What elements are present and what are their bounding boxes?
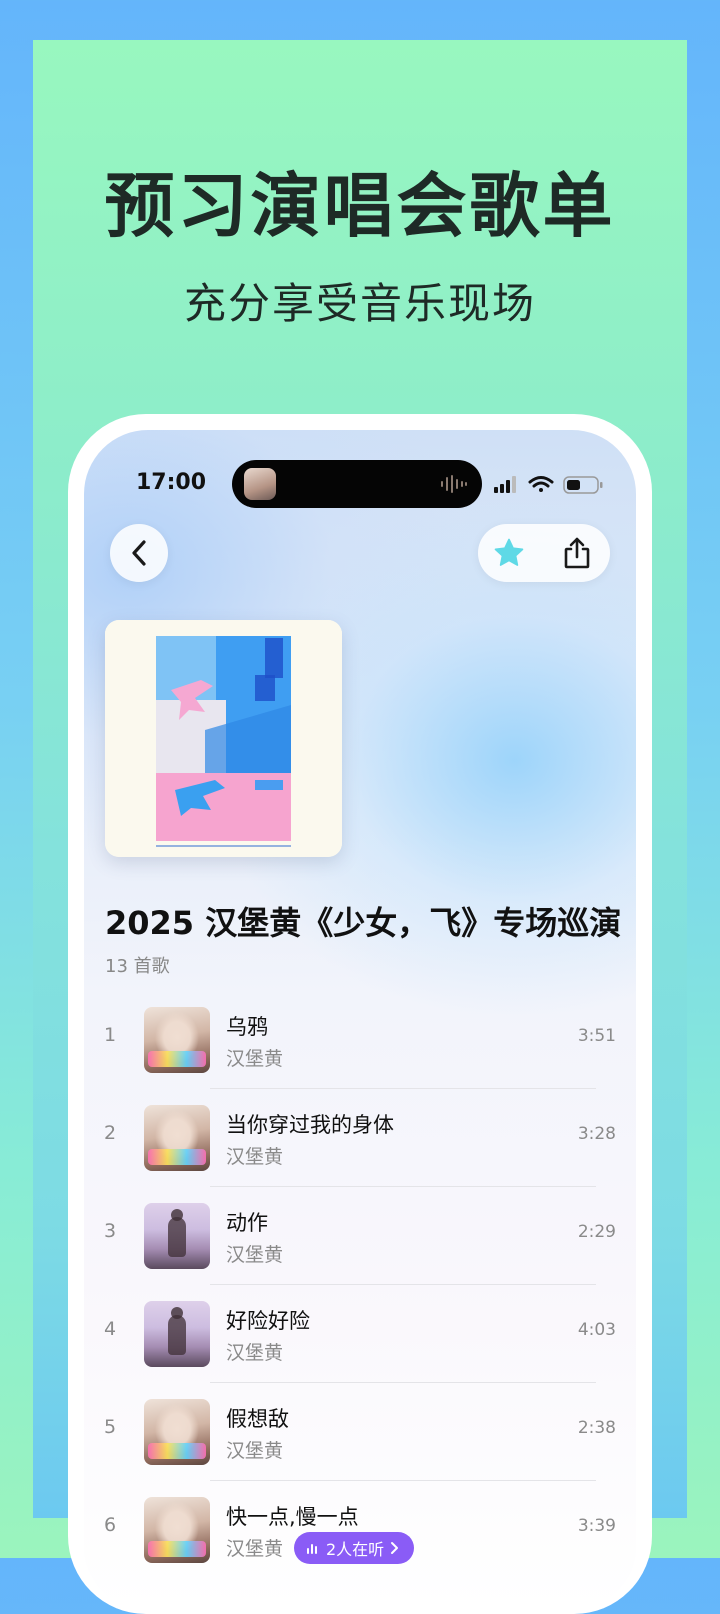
track-artwork: [144, 1007, 210, 1073]
track-duration: 4:03: [577, 1320, 616, 1340]
track-duration: 3:39: [577, 1516, 616, 1536]
track-number: 1: [104, 1024, 117, 1046]
bar-chart-icon: [307, 1544, 317, 1554]
track-artist: 汉堡黄: [226, 1146, 284, 1168]
playlist-cover: [105, 620, 342, 857]
track-title: 好险好险: [226, 1309, 310, 1333]
listening-count-label: 2人在听: [326, 1540, 385, 1559]
chevron-left-icon: [132, 540, 146, 566]
back-button[interactable]: [110, 524, 168, 582]
track-row[interactable]: 6 快一点,慢一点 汉堡黄 2人在听 3:39: [84, 1481, 636, 1579]
track-row[interactable]: 4 好险好险 汉堡黄 4:03: [84, 1285, 636, 1383]
track-title: 乌鸦: [226, 1015, 268, 1039]
track-row[interactable]: 3 动作 汉堡黄 2:29: [84, 1187, 636, 1285]
chevron-right-icon: [391, 1542, 399, 1554]
listening-count-button[interactable]: 2人在听: [294, 1532, 415, 1564]
track-title: 假想敌: [226, 1407, 289, 1431]
wifi-icon: [528, 476, 554, 492]
track-duration: 3:28: [577, 1124, 616, 1144]
track-number: 5: [104, 1416, 117, 1438]
track-duration: 2:29: [577, 1222, 616, 1242]
track-number: 6: [104, 1514, 117, 1536]
phone-frame: 17:00 2025 汉堡黄《少女，飞》专场巡演 13 首歌 1 乌鸦 汉堡黄 …: [68, 414, 652, 1614]
promo-subline: 充分享受音乐现场: [183, 279, 536, 328]
phone-screen: 17:00 2025 汉堡黄《少女，飞》专场巡演 13 首歌 1 乌鸦 汉堡黄 …: [84, 430, 636, 1610]
track-duration: 2:38: [577, 1418, 616, 1438]
track-artwork: [144, 1301, 210, 1367]
track-title: 当你穿过我的身体: [226, 1113, 394, 1137]
track-artist: 汉堡黄: [226, 1342, 284, 1364]
share-icon: [564, 537, 590, 569]
track-artist: 汉堡黄: [226, 1440, 284, 1462]
album-art-image: [105, 620, 342, 857]
track-row[interactable]: 2 当你穿过我的身体 汉堡黄 3:28: [84, 1089, 636, 1187]
track-artwork: [144, 1203, 210, 1269]
track-duration: 3:51: [577, 1026, 616, 1046]
track-title: 快一点,慢一点: [226, 1505, 359, 1529]
song-count: 13 首歌: [105, 956, 170, 977]
star-icon: [494, 538, 524, 566]
track-artwork: [144, 1399, 210, 1465]
track-row[interactable]: 5 假想敌 汉堡黄 2:38: [84, 1383, 636, 1481]
track-artwork: [144, 1497, 210, 1563]
status-time: 17:00: [136, 470, 207, 495]
favorite-button[interactable]: [490, 534, 528, 572]
track-number: 3: [104, 1220, 117, 1242]
battery-icon: [563, 476, 603, 494]
track-number: 2: [104, 1122, 117, 1144]
now-playing-thumbnail: [244, 468, 276, 500]
cellular-signal-icon: [494, 476, 516, 493]
track-artist: 汉堡黄: [226, 1244, 284, 1266]
status-icons: [494, 476, 603, 494]
track-title: 动作: [226, 1211, 268, 1235]
track-number: 4: [104, 1318, 117, 1340]
track-row[interactable]: 1 乌鸦 汉堡黄 3:51: [84, 991, 636, 1089]
playlist-title: 2025 汉堡黄《少女，飞》专场巡演: [105, 904, 622, 942]
action-pill: [478, 524, 610, 582]
dynamic-island[interactable]: [232, 460, 482, 508]
waveform-icon: [441, 475, 467, 493]
track-artist: 汉堡黄: [226, 1538, 284, 1560]
track-artwork: [144, 1105, 210, 1171]
track-artist: 汉堡黄: [226, 1048, 284, 1070]
share-button[interactable]: [558, 533, 596, 573]
promo-headline: 预习演唱会歌单: [104, 165, 616, 247]
